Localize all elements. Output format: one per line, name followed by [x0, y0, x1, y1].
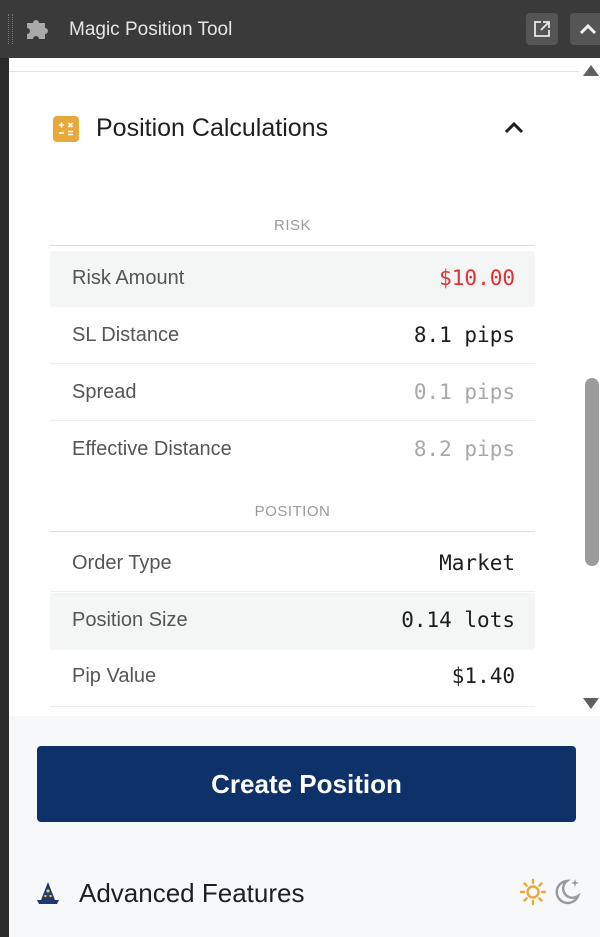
position-size-value: 0.14 lots — [401, 608, 515, 632]
scrollbar-thumb[interactable] — [585, 378, 599, 566]
row-spread: Spread 0.1 pips — [50, 365, 535, 421]
wizard-hat-icon — [37, 882, 59, 904]
scroll-up-arrow-icon[interactable] — [583, 65, 599, 76]
position-calculations-header[interactable]: Position Calculations — [53, 110, 543, 150]
row-order-type: Order Type Market — [50, 536, 535, 592]
divider — [9, 71, 579, 72]
title-bar: Magic Position Tool — [0, 0, 600, 59]
puzzle-icon — [27, 20, 48, 39]
calculator-icon — [53, 116, 79, 142]
create-position-button[interactable]: Create Position — [37, 746, 576, 822]
order-type-label: Order Type — [72, 552, 172, 574]
popout-button[interactable] — [526, 13, 558, 45]
divider — [50, 245, 535, 246]
sun-icon[interactable] — [519, 878, 547, 906]
group-label-risk: RISK — [273, 217, 311, 234]
chevron-up-icon[interactable] — [503, 120, 525, 136]
scroll-down-arrow-icon[interactable] — [583, 698, 599, 709]
order-type-value: Market — [439, 551, 515, 575]
scrollbar[interactable] — [581, 58, 600, 718]
risk-amount-value: $10.00 — [439, 266, 515, 290]
spread-label: Spread — [72, 381, 137, 403]
section-title: Position Calculations — [96, 114, 329, 142]
divider — [50, 531, 535, 532]
external-link-icon — [534, 21, 550, 37]
row-effective-distance: Effective Distance 8.2 pips — [50, 422, 535, 478]
sl-distance-value: 8.1 pips — [413, 323, 515, 347]
position-size-label: Position Size — [72, 609, 188, 631]
footer: Create Position Advanced Features — [9, 716, 600, 937]
effective-distance-value: 8.2 pips — [413, 437, 515, 461]
drag-handle[interactable] — [8, 14, 13, 44]
row-pip-value: Pip Value $1.40 — [50, 651, 535, 707]
collapse-window-button[interactable] — [570, 13, 600, 45]
group-label-position: POSITION — [254, 503, 331, 520]
moon-icon[interactable] — [553, 876, 583, 906]
advanced-features-toggle[interactable]: Advanced Features — [35, 874, 595, 914]
effective-distance-label: Effective Distance — [72, 438, 232, 460]
row-sl-distance: SL Distance 8.1 pips — [50, 308, 535, 364]
row-risk-amount: Risk Amount $10.00 — [50, 251, 535, 307]
chevron-up-icon — [579, 23, 597, 35]
advanced-features-label: Advanced Features — [79, 878, 305, 908]
sl-distance-label: SL Distance — [72, 324, 180, 346]
window-title: Magic Position Tool — [69, 19, 233, 40]
row-position-size: Position Size 0.14 lots — [50, 593, 535, 650]
pip-value-value: $1.40 — [451, 664, 515, 688]
pip-value-label: Pip Value — [72, 665, 157, 687]
risk-amount-label: Risk Amount — [72, 267, 185, 289]
main-panel: Position Calculations RISK Risk Amount $… — [9, 58, 600, 937]
spread-value: 0.1 pips — [413, 380, 515, 404]
